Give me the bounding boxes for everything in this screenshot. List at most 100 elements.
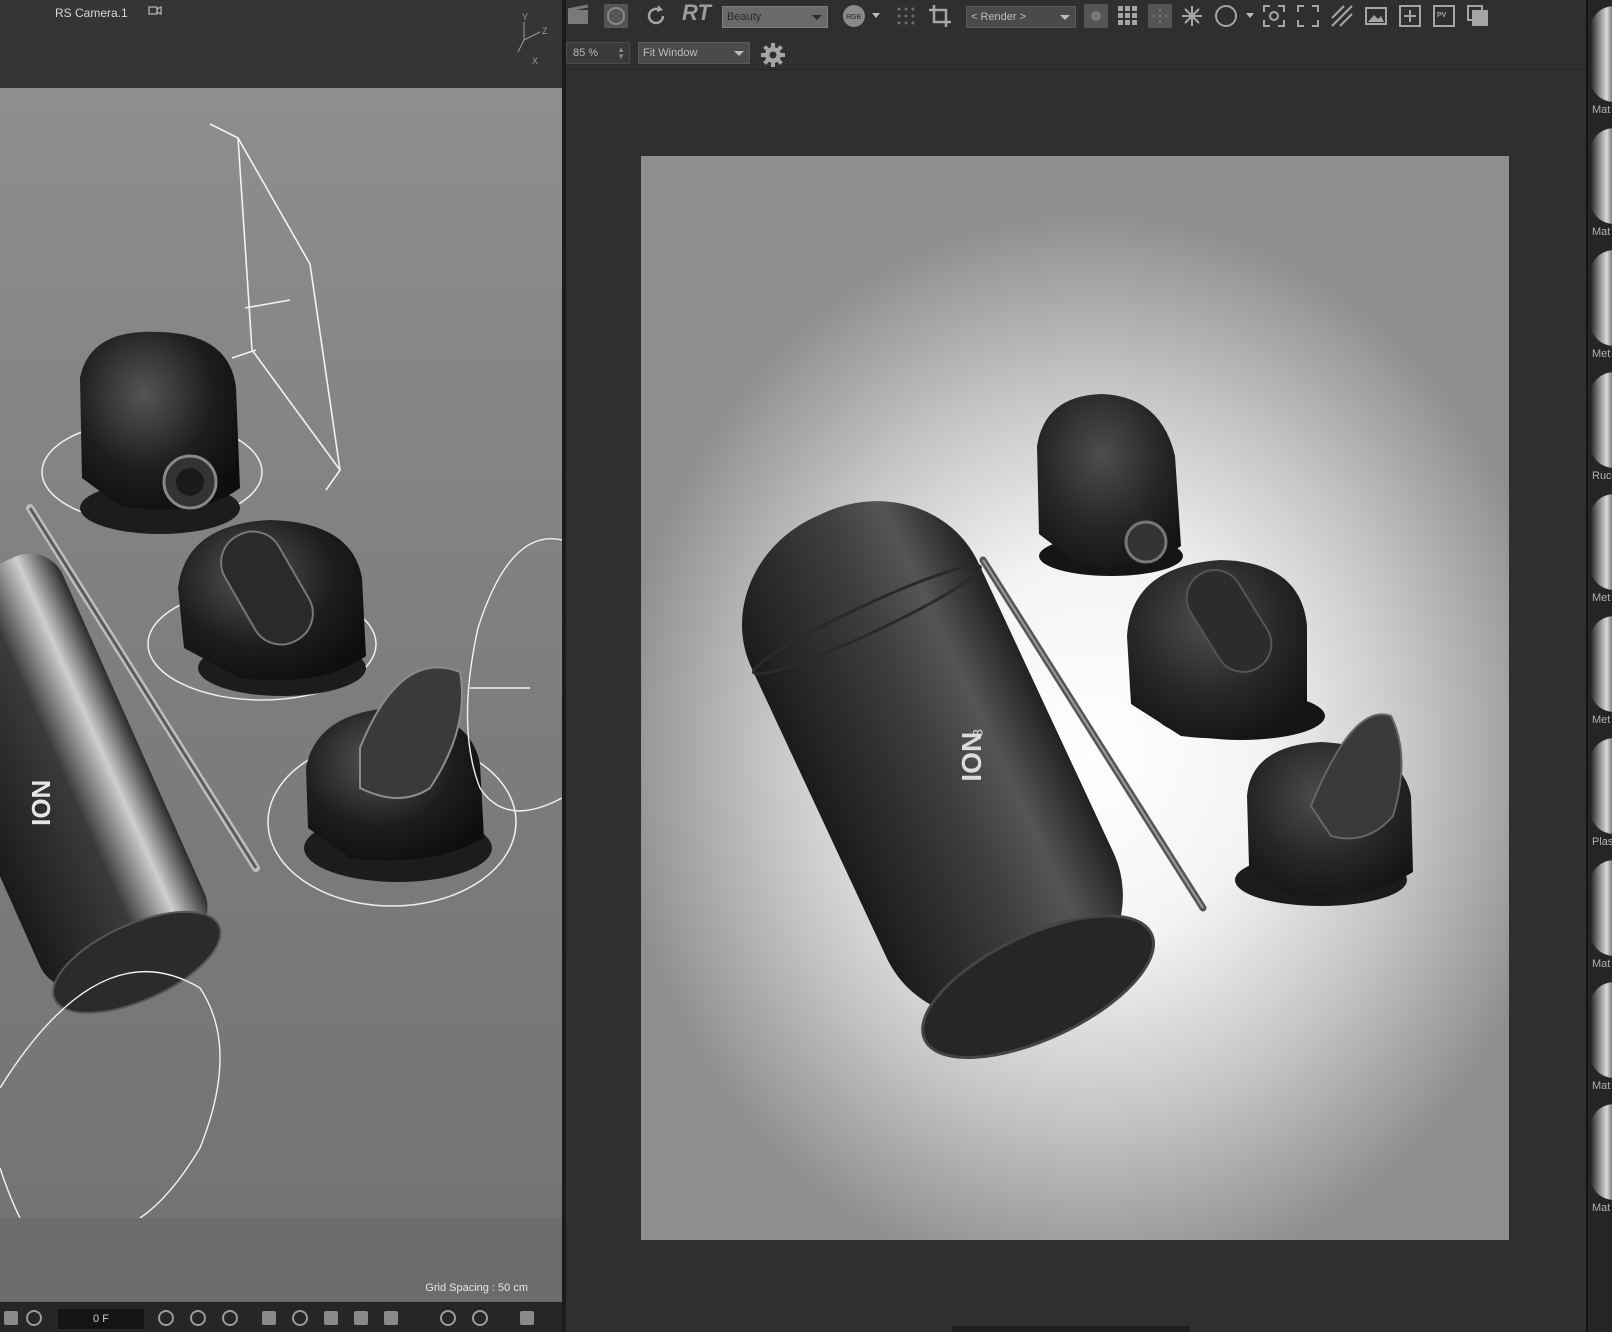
material-item[interactable]: Met xyxy=(1590,244,1612,364)
render-region-dropdown[interactable]: < Render > xyxy=(966,6,1076,28)
grid-view-icon[interactable] xyxy=(1116,4,1140,28)
scale-key-icon[interactable] xyxy=(324,1311,338,1325)
frame-select-icon[interactable] xyxy=(1296,4,1320,28)
material-label: Met xyxy=(1592,714,1611,726)
material-label: Mat xyxy=(1592,1202,1611,1214)
rendered-image-drawing: ION 8 xyxy=(742,394,1413,1060)
material-thumbnail xyxy=(1590,128,1612,224)
material-label: Mat xyxy=(1592,958,1611,970)
material-item[interactable]: Met xyxy=(1590,488,1612,608)
render-start-icon[interactable] xyxy=(604,4,628,28)
autokey-icon[interactable] xyxy=(190,1310,206,1326)
grid-dots-icon[interactable] xyxy=(894,4,918,28)
material-item[interactable]: Mat xyxy=(1590,854,1612,974)
material-thumbnail xyxy=(1590,1104,1612,1200)
hatch-icon[interactable] xyxy=(1330,4,1354,28)
spinner-icon[interactable]: ▲ ▼ xyxy=(617,46,625,61)
gear-icon[interactable] xyxy=(760,42,786,68)
refresh-icon[interactable] xyxy=(644,4,668,28)
aov-dropdown[interactable]: Beauty xyxy=(722,6,828,28)
svg-text:ION: ION xyxy=(26,780,56,826)
circle-chevron-icon[interactable] xyxy=(1240,4,1264,28)
aov-dropdown-value: Beauty xyxy=(727,11,762,23)
image-icon[interactable] xyxy=(1364,4,1388,28)
clapper-icon[interactable] xyxy=(566,4,590,28)
material-item[interactable]: Met xyxy=(1590,610,1612,730)
expand-icon[interactable] xyxy=(520,1311,534,1325)
svg-text:RGB: RGB xyxy=(846,14,862,21)
render-cap-loop xyxy=(1235,713,1413,906)
material-thumbnail xyxy=(1590,616,1612,712)
render-cap-sport xyxy=(1037,394,1183,576)
material-thumbnail xyxy=(1590,494,1612,590)
material-label: Mat xyxy=(1592,1080,1611,1092)
pla-key-icon[interactable] xyxy=(384,1311,398,1325)
zoom-field[interactable]: 85 % ▲ ▼ xyxy=(566,42,630,64)
material-item[interactable]: Mat xyxy=(1590,0,1612,120)
copy-icon[interactable] xyxy=(1466,4,1490,28)
grid-spacing-label: Grid Spacing : 50 cm xyxy=(425,1282,528,1294)
material-thumbnail xyxy=(1590,860,1612,956)
rgb-channel-button[interactable]: RGB xyxy=(842,4,866,28)
material-item[interactable]: Mat xyxy=(1590,1098,1612,1218)
param-key-icon[interactable] xyxy=(354,1311,368,1325)
focus-icon[interactable] xyxy=(1262,4,1286,28)
record-icon[interactable] xyxy=(4,1311,18,1325)
render-region-value: < Render > xyxy=(971,11,1027,23)
chevron-down-icon xyxy=(734,51,744,56)
fit-window-value: Fit Window xyxy=(643,47,698,59)
move-key-icon[interactable] xyxy=(262,1311,276,1325)
zoom-value: 85 % xyxy=(573,47,599,59)
frame-field[interactable]: 0 F xyxy=(58,1309,144,1329)
cap-flip-model xyxy=(147,520,377,701)
camera-icon[interactable] xyxy=(148,4,162,16)
material-label: Mat xyxy=(1592,226,1611,238)
material-label: Mat xyxy=(1592,104,1611,116)
channel-chevron-icon[interactable] xyxy=(868,4,892,28)
svg-text:8: 8 xyxy=(969,729,985,737)
rotate-key-icon[interactable] xyxy=(292,1310,308,1326)
pv-icon[interactable]: PV xyxy=(1432,4,1456,28)
rendered-image[interactable]: ION 8 xyxy=(641,156,1509,1240)
material-item[interactable]: Ruc xyxy=(1590,366,1612,486)
material-thumbnail xyxy=(1590,250,1612,346)
material-label: Ruc xyxy=(1592,470,1612,482)
timeline-bar: 0 F xyxy=(0,1302,562,1332)
material-label: Met xyxy=(1592,592,1611,604)
rt-toggle[interactable]: RT xyxy=(682,0,711,26)
sound-icon[interactable] xyxy=(26,1310,42,1326)
camera-label[interactable]: RS Camera.1 xyxy=(55,6,128,20)
editor-viewport[interactable]: RS Camera.1 Y Z X ION Grid Spacing: 50 … xyxy=(0,0,562,1332)
material-thumbnail xyxy=(1590,982,1612,1078)
motion-icon[interactable] xyxy=(472,1310,488,1326)
chevron-down-icon xyxy=(1060,15,1070,20)
svg-text:ION: ION xyxy=(956,732,987,782)
render-view-toolbar: RT Beauty RGB < Render > PV xyxy=(566,0,1586,34)
svg-text:Y: Y xyxy=(522,12,528,22)
render-progress-bar xyxy=(952,1326,1190,1332)
svg-text:Z: Z xyxy=(542,26,548,36)
viewport-scene-drawing: ION xyxy=(0,123,562,1218)
render-cap-flip xyxy=(1127,560,1325,740)
material-manager-strip: Mat Mat Met Ruc Met Met Plas Mat Mat Mat xyxy=(1586,0,1612,1332)
render-view-panel: RT Beauty RGB < Render > PV 85 % ▲ ▼ Fit … xyxy=(566,0,1586,1332)
axis-gizmo-icon: Y Z X xyxy=(517,12,548,66)
material-item[interactable]: Mat xyxy=(1590,122,1612,242)
snapshot-icon[interactable] xyxy=(1084,4,1108,28)
render-view-subbar: 85 % ▲ ▼ Fit Window xyxy=(566,38,1586,70)
fit-window-dropdown[interactable]: Fit Window xyxy=(638,42,750,64)
add-image-icon[interactable] xyxy=(1398,4,1422,28)
bucket-icon[interactable] xyxy=(1148,4,1172,28)
circle-icon[interactable] xyxy=(1214,4,1238,28)
key-icon[interactable] xyxy=(158,1310,174,1326)
material-item[interactable]: Plas xyxy=(1590,732,1612,852)
material-thumbnail xyxy=(1590,738,1612,834)
lens-effects-icon[interactable] xyxy=(1180,4,1204,28)
viewport-scene[interactable]: ION xyxy=(0,88,562,1218)
lock-icon[interactable] xyxy=(440,1310,456,1326)
material-label: Met xyxy=(1592,348,1611,360)
keyframe-icon[interactable] xyxy=(222,1310,238,1326)
svg-text:X: X xyxy=(532,56,538,66)
material-item[interactable]: Mat xyxy=(1590,976,1612,1096)
crop-icon[interactable] xyxy=(928,4,952,28)
